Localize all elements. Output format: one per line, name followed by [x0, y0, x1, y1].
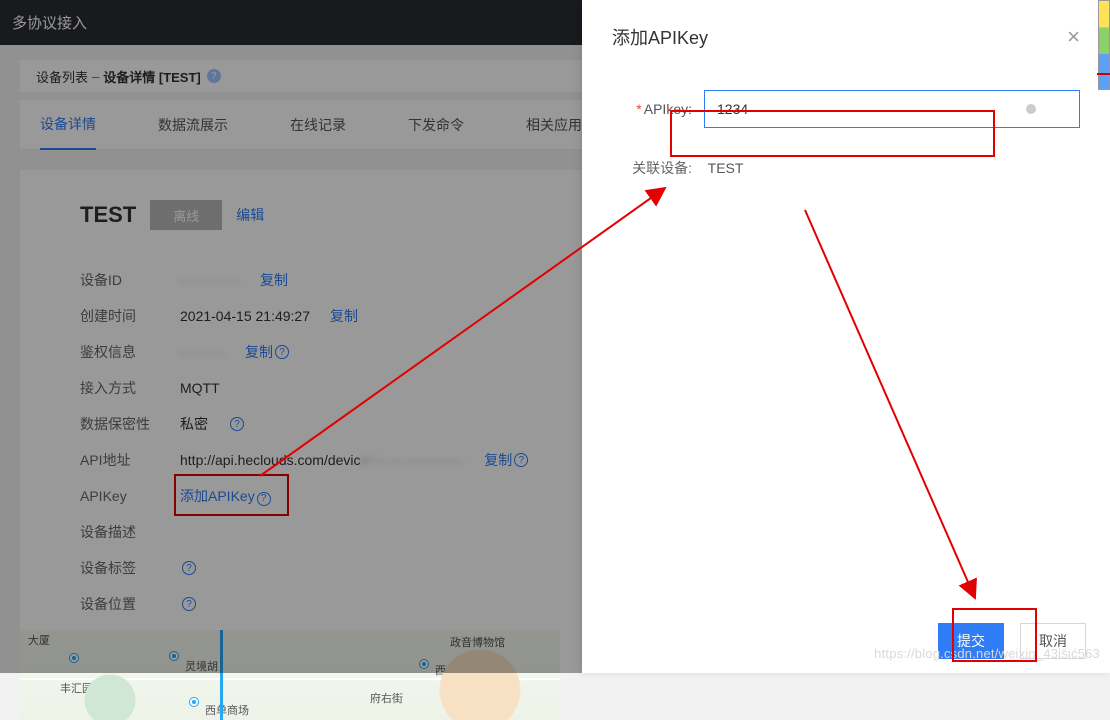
panel-title: 添加APIKey — [612, 24, 708, 50]
auth-value: ——— — [180, 344, 225, 360]
copy-created[interactable]: 复制 — [330, 306, 358, 326]
api-value: http://api.heclouds.com/device/—————— — [180, 452, 464, 468]
breadcrumb-current: 设备详情 [TEST] — [103, 67, 201, 86]
copy-id[interactable]: 复制 — [260, 270, 288, 290]
assoc-device-value: TEST — [708, 160, 744, 176]
device-id-value: ———— — [180, 272, 240, 288]
status-badge-offline: 离线 — [150, 200, 222, 230]
breadcrumb-root[interactable]: 设备列表 — [36, 67, 88, 86]
edit-link[interactable]: 编辑 — [236, 205, 264, 225]
add-apikey-panel: 添加APIKey × *APIkey: 关联设备: TEST 提交 取消 — [582, 0, 1110, 673]
topbar-title: 多协议接入 — [12, 12, 87, 33]
tab-detail[interactable]: 设备详情 — [40, 100, 96, 150]
map-pin-icon — [420, 660, 428, 668]
copy-api[interactable]: 复制 — [484, 450, 512, 470]
help-icon[interactable]: ? — [230, 417, 244, 431]
proto-value: MQTT — [180, 380, 220, 396]
help-icon[interactable]: ? — [257, 492, 271, 506]
color-ruler — [1098, 0, 1110, 90]
watermark: https://blog.csdn.net/weixin_43išić563 — [874, 646, 1100, 661]
device-title: TEST — [80, 202, 136, 228]
close-icon[interactable]: × — [1067, 26, 1080, 48]
breadcrumb-sep: – — [92, 69, 99, 84]
help-icon[interactable]: ? — [514, 453, 528, 467]
created-value: 2021-04-15 21:49:27 — [180, 308, 310, 324]
add-apikey-link[interactable]: 添加APIKey — [180, 488, 255, 504]
map-pin-icon — [170, 652, 178, 660]
apikey-input[interactable] — [704, 90, 1080, 128]
apikey-label: *APIkey: — [612, 101, 692, 117]
help-icon[interactable]: ? — [182, 597, 196, 611]
assoc-device: 关联设备: TEST — [582, 158, 1110, 178]
map-pin-icon — [190, 698, 198, 706]
map-pin-icon — [70, 654, 78, 662]
tab-online[interactable]: 在线记录 — [290, 100, 346, 150]
tab-command[interactable]: 下发命令 — [408, 100, 464, 150]
location-map[interactable]: 大厦 丰汇园小区 灵境胡 西单商场 府右街 西华门 政音博物馆 — [20, 630, 560, 720]
input-status-icon — [1026, 104, 1036, 114]
tab-stream[interactable]: 数据流展示 — [158, 100, 228, 150]
copy-auth[interactable]: 复制 — [245, 342, 273, 362]
help-icon[interactable]: ? — [275, 345, 289, 359]
secrecy-value: 私密 — [180, 414, 208, 434]
tab-apps[interactable]: 相关应用 — [526, 100, 582, 150]
map-pin-icon — [95, 698, 103, 706]
help-icon[interactable]: ? — [182, 561, 196, 575]
help-icon[interactable]: ? — [207, 69, 221, 83]
